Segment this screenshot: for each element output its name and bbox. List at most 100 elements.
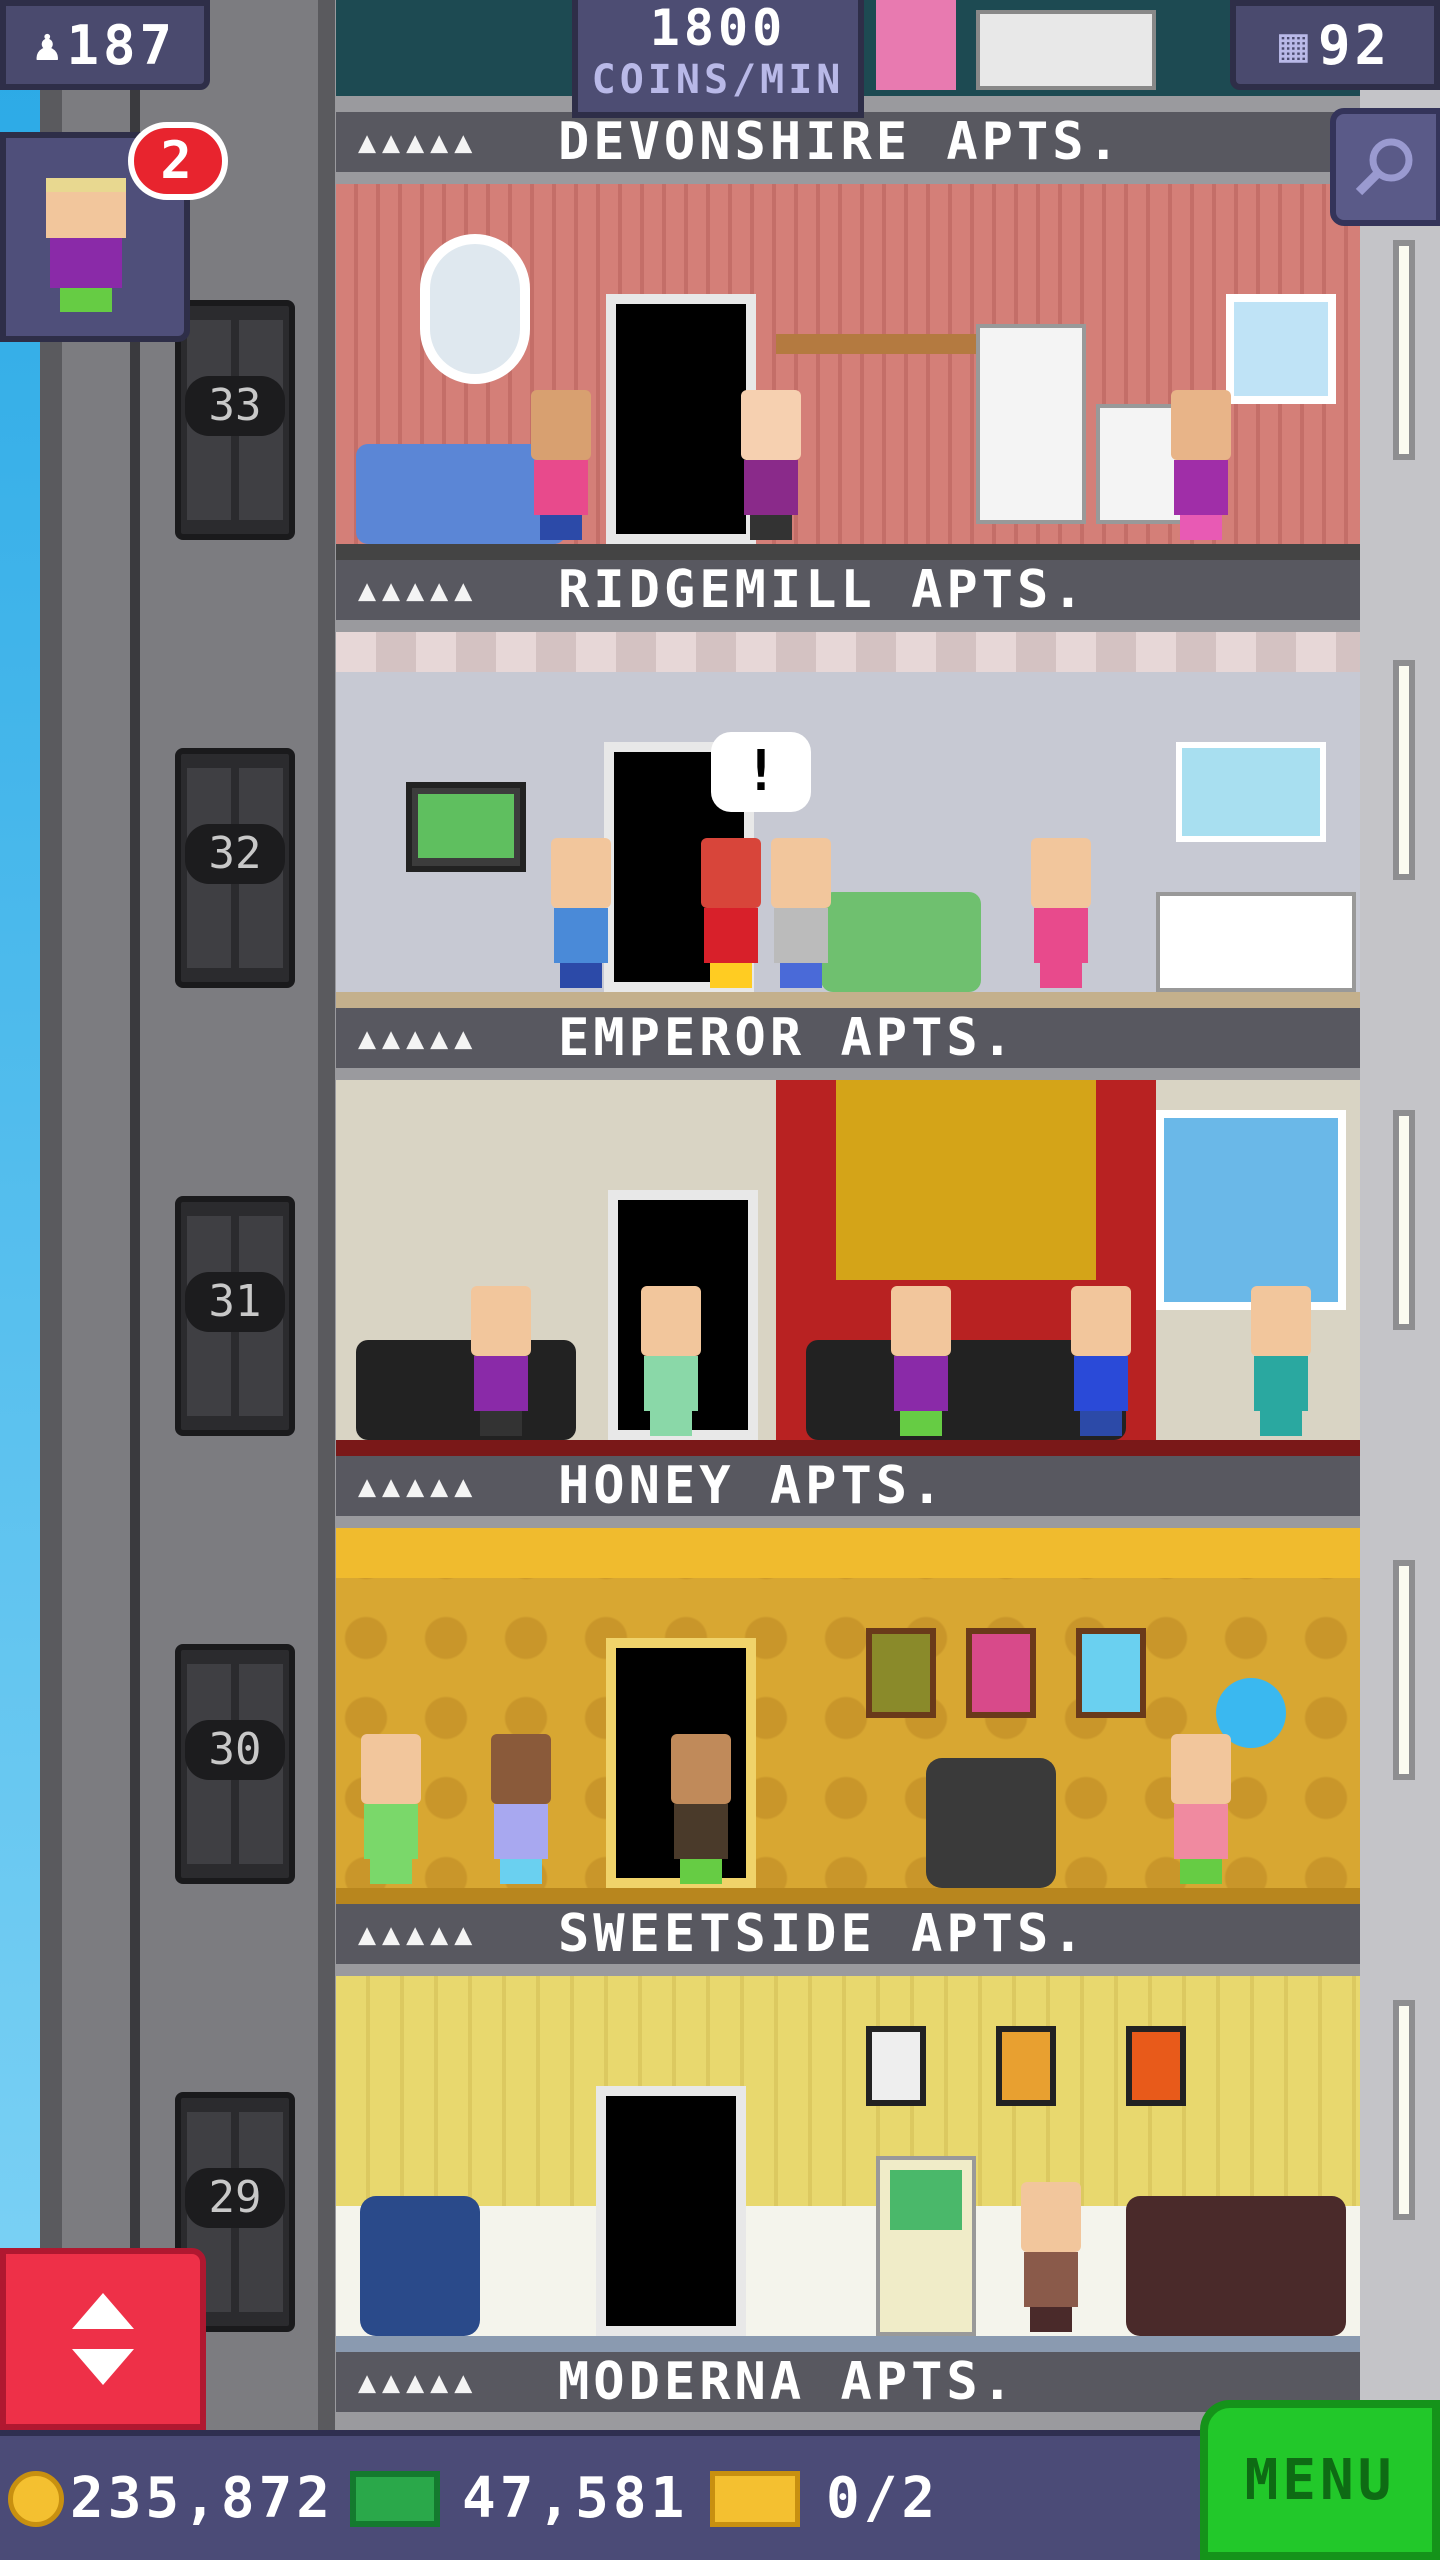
floor-label: ▲▲▲▲▲ MODERNA APTS. (336, 2352, 1360, 2412)
bee-portrait (966, 1628, 1036, 1718)
resident (736, 390, 806, 540)
window (1176, 742, 1326, 842)
resident (486, 1734, 556, 1884)
coins-value: 235,872 (70, 2466, 335, 2531)
resident (1026, 838, 1096, 988)
armchair (926, 1758, 1056, 1888)
room-door (596, 2086, 746, 2336)
floor-counter[interactable]: ▦ 92 (1230, 0, 1440, 90)
appliance (976, 10, 1156, 90)
coin-rate-value: 1800 (649, 0, 787, 57)
speech-bubble: ! (711, 732, 811, 812)
resident (636, 1286, 706, 1436)
floor-name: EMPEROR APTS. (558, 1008, 1017, 1068)
coin-rate-unit: COINS/MIN (591, 57, 845, 103)
tower-window (1393, 660, 1415, 880)
floor-emperor[interactable]: ▲▲▲▲▲ EMPEROR APTS. (336, 1008, 1360, 1456)
elevator-button[interactable] (0, 2248, 206, 2430)
resident (1016, 2182, 1086, 2332)
floor-name: SWEETSIDE APTS. (558, 1904, 1088, 1964)
floor-sweetside[interactable]: ▲▲▲▲▲ SWEETSIDE APTS. (336, 1904, 1360, 2352)
residents-icon: ▲▲▲▲▲ (358, 572, 479, 608)
elevator-cable (130, 0, 140, 2430)
notification-badge: 2 (128, 122, 228, 200)
elevator-car[interactable]: 31 (175, 1196, 295, 1436)
floor-name: DEVONSHIRE APTS. (558, 112, 1123, 172)
tower-window (1393, 240, 1415, 460)
floor-label: ▲▲▲▲▲ RIDGEMILL APTS. (336, 560, 1360, 620)
wall-trim (336, 632, 1360, 672)
resident (886, 1286, 956, 1436)
population-counter[interactable]: ♟ 187 (0, 0, 210, 90)
residents-icon: ▲▲▲▲▲ (358, 2364, 479, 2400)
elevator-car[interactable]: 33 (175, 300, 295, 540)
room-interior (336, 184, 1360, 560)
window (1226, 294, 1336, 404)
brown-sofa (1126, 2196, 1346, 2336)
green-sofa (821, 892, 981, 992)
floor-base (336, 2336, 1360, 2352)
resident (466, 1286, 536, 1436)
bee-portrait (866, 1628, 936, 1718)
elevator-floor-number: 32 (185, 824, 285, 884)
tower-window (1393, 1110, 1415, 1330)
room-interior (336, 1976, 1360, 2352)
wall-shelf (776, 334, 976, 354)
floor-base (336, 1440, 1360, 1456)
residents-icon: ▲▲▲▲▲ (358, 1916, 479, 1952)
resident (666, 1734, 736, 1884)
honey-drip (336, 1528, 1360, 1578)
resident (526, 390, 596, 540)
tickets-display[interactable]: 0/2 (710, 2466, 939, 2531)
residents-icon: ▲▲▲▲▲ (358, 1020, 479, 1056)
resident (876, 0, 956, 90)
bux-display[interactable]: 47,581 (350, 2466, 688, 2531)
oval-mirror (420, 234, 530, 384)
floor-label: ▲▲▲▲▲ EMPEROR APTS. (336, 1008, 1360, 1068)
tower-window (1393, 2000, 1415, 2220)
visitor-avatar-head (46, 178, 126, 238)
room-door (606, 294, 756, 544)
portrait (1126, 2026, 1186, 2106)
shaft-rail (40, 0, 62, 2430)
arcade-machine (876, 2156, 976, 2336)
portrait (866, 2026, 926, 2106)
floor-honey[interactable]: ▲▲▲▲▲ HONEY APTS. (336, 1456, 1360, 1904)
floor-label: ▲▲▲▲▲ HONEY APTS. (336, 1456, 1360, 1516)
window (1156, 1110, 1346, 1310)
coin-rate-display[interactable]: 1800 COINS/MIN (572, 0, 864, 118)
floor-base (336, 544, 1360, 560)
coin-icon (8, 2470, 64, 2527)
floor-label: ▲▲▲▲▲ DEVONSHIRE APTS. (336, 112, 1360, 172)
tv (406, 782, 526, 872)
floor-devonshire[interactable]: ▲▲▲▲▲ DEVONSHIRE APTS. (336, 112, 1360, 560)
elevator-car[interactable]: 32 (175, 748, 295, 988)
room-interior: ! (336, 632, 1360, 1008)
tower-window (1393, 1560, 1415, 1780)
elevator-floor-number: 33 (185, 376, 285, 436)
residents-icon: ▲▲▲▲▲ (358, 124, 479, 160)
floor-name: HONEY APTS. (558, 1456, 947, 1516)
resident (1246, 1286, 1316, 1436)
bux-value: 47,581 (462, 2466, 689, 2531)
blue-armchair (360, 2196, 480, 2336)
floor-name: RIDGEMILL APTS. (558, 560, 1088, 620)
magnifier-icon (1355, 138, 1413, 196)
portrait (996, 2026, 1056, 2106)
elevator-car[interactable]: 30 (175, 1644, 295, 1884)
elevator-floor-number: 31 (185, 1272, 285, 1332)
floor-label: ▲▲▲▲▲ SWEETSIDE APTS. (336, 1904, 1360, 1964)
resident (1066, 1286, 1136, 1436)
ticket-icon (710, 2470, 800, 2527)
floor-count-value: 92 (1317, 13, 1391, 77)
coins-display[interactable]: 235,872 (8, 2466, 334, 2531)
menu-button[interactable]: MENU (1200, 2400, 1440, 2560)
search-button[interactable] (1330, 108, 1440, 226)
room-interior (336, 1528, 1360, 1904)
floor-ridgemill[interactable]: ▲▲▲▲▲ RIDGEMILL APTS. ! (336, 560, 1360, 1008)
floor-base (336, 1888, 1360, 1904)
tickets-value: 0/2 (826, 2466, 940, 2531)
up-down-arrows-icon (72, 2293, 134, 2385)
resident (356, 1734, 426, 1884)
resident (766, 838, 836, 988)
